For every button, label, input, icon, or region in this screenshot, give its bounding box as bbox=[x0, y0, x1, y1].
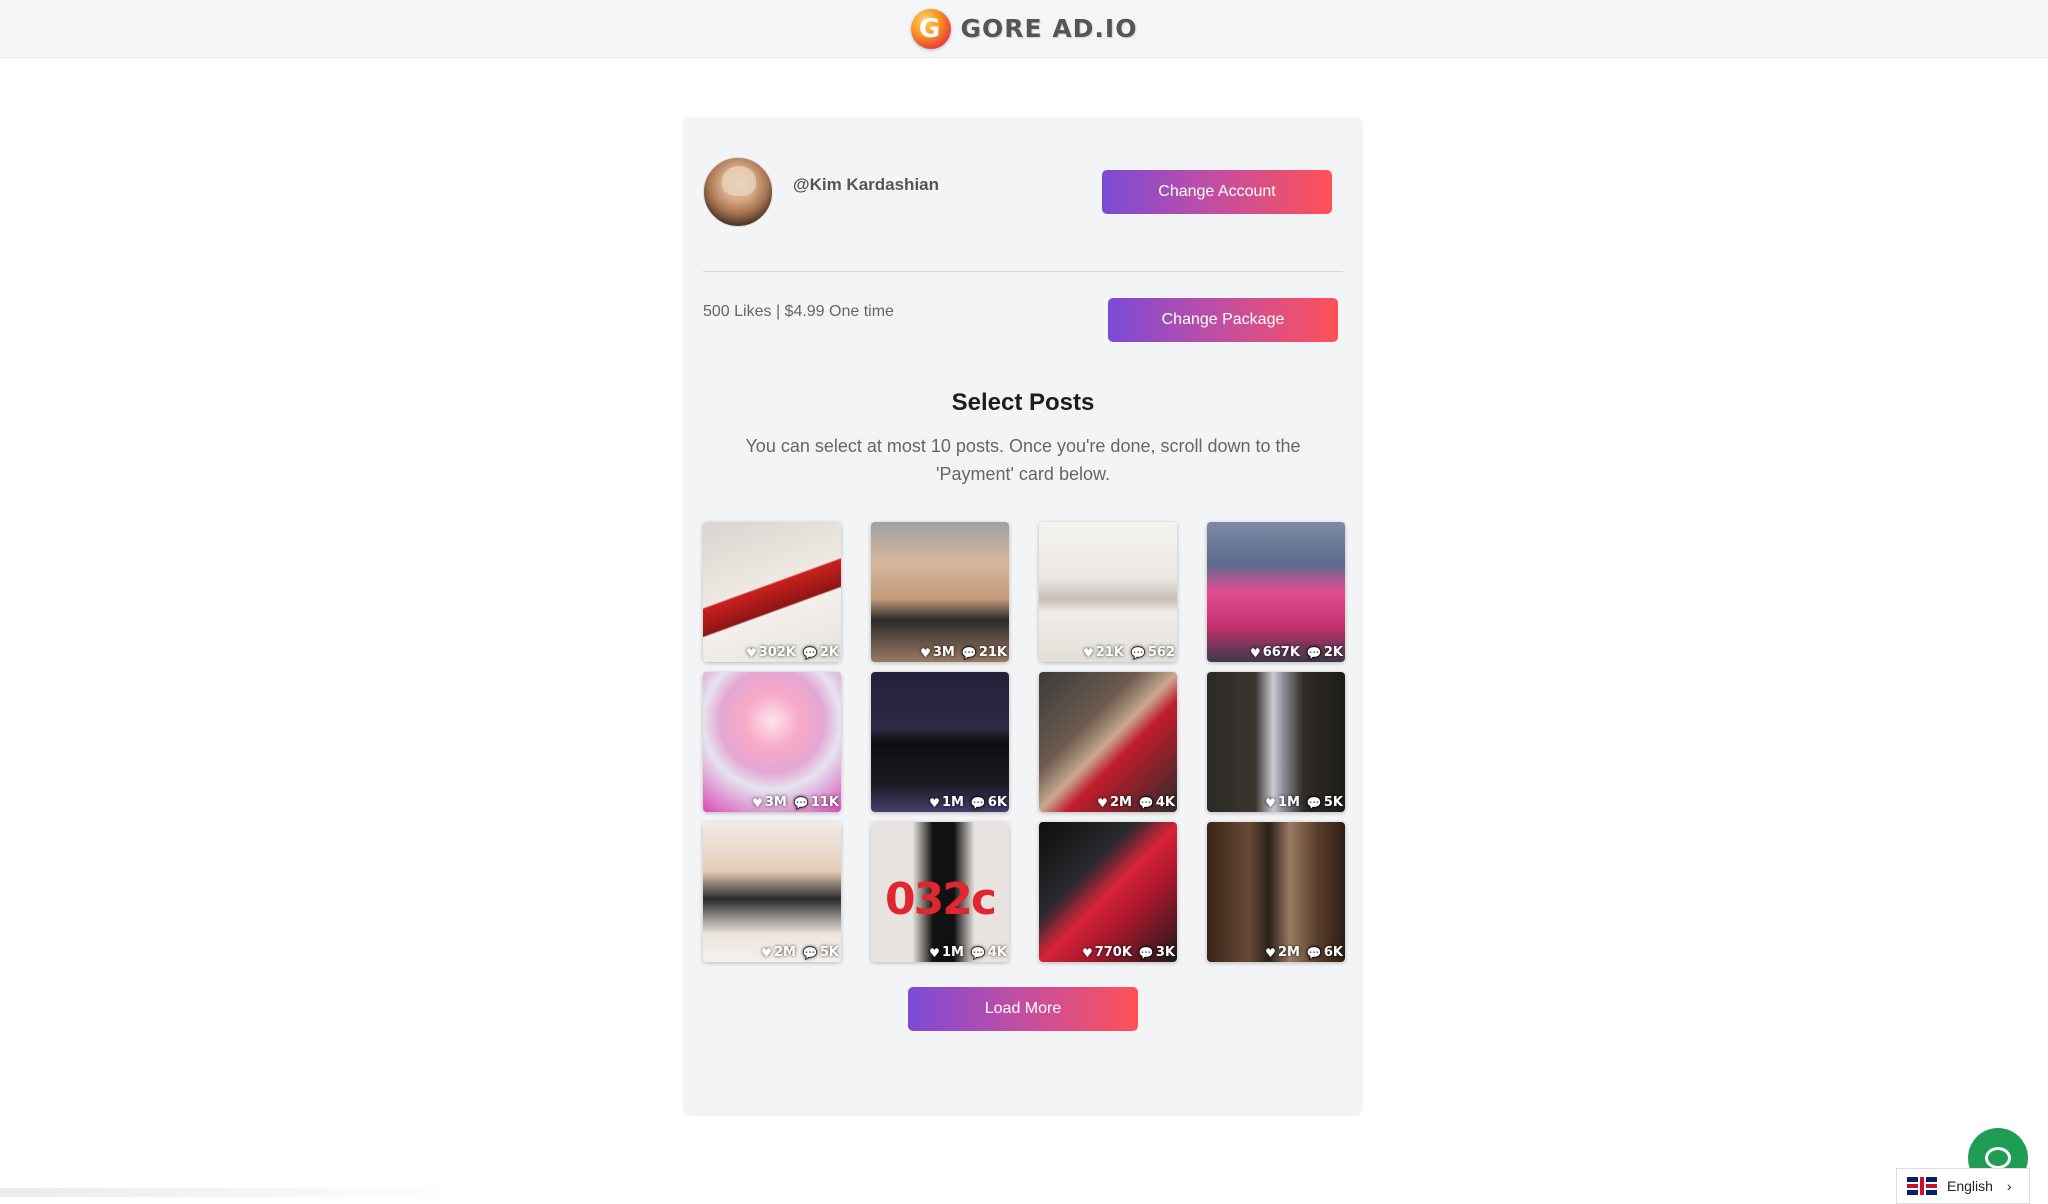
order-card: @Kim Kardashian Change Account 500 Likes… bbox=[683, 117, 1363, 1116]
change-package-button[interactable]: Change Package bbox=[1108, 298, 1338, 342]
heart-icon: ♥ bbox=[1082, 645, 1094, 660]
post-overlay-text: 032c bbox=[885, 874, 997, 925]
post-comments: 4K bbox=[1155, 795, 1175, 810]
comment-icon: 💬 bbox=[970, 795, 986, 810]
heart-icon: ♥ bbox=[929, 795, 940, 810]
post-stats: ♥ 770K 💬 3K bbox=[1082, 945, 1175, 960]
post-tile[interactable]: ♥ 2M 💬 4K bbox=[1039, 672, 1177, 812]
post-comments: 21K bbox=[978, 645, 1007, 660]
post-comments: 5K bbox=[819, 945, 839, 960]
comment-icon: 💬 bbox=[1306, 945, 1322, 960]
load-more-button[interactable]: Load More bbox=[908, 987, 1138, 1031]
post-stats: ♥ 667K 💬 2K bbox=[1250, 645, 1343, 660]
post-stats: ♥ 1M 💬 6K bbox=[929, 795, 1007, 810]
comment-icon: 💬 bbox=[1306, 795, 1322, 810]
divider bbox=[703, 271, 1343, 272]
heart-icon: ♥ bbox=[1097, 795, 1108, 810]
post-likes: 1M bbox=[941, 945, 964, 960]
post-likes: 2M bbox=[773, 945, 796, 960]
post-tile[interactable]: ♥ 667K 💬 2K bbox=[1207, 522, 1345, 662]
posts-grid: ♥ 302K 💬 2K ♥ 3M 💬 21K ♥ 21K 💬 562 ♥ 667K 💬 2K ♥ 3M 💬 1… bbox=[703, 522, 1345, 962]
post-stats: ♥ 2M 💬 5K bbox=[761, 945, 839, 960]
heart-icon: ♥ bbox=[745, 645, 757, 660]
post-stats: ♥ 1M 💬 4K bbox=[929, 945, 1007, 960]
comment-icon: 💬 bbox=[970, 945, 986, 960]
post-likes: 770K bbox=[1094, 945, 1132, 960]
post-tile[interactable]: ♥ 2M 💬 5K bbox=[703, 822, 841, 962]
post-likes: 1M bbox=[941, 795, 964, 810]
comment-icon: 💬 bbox=[1306, 645, 1322, 660]
post-tile[interactable]: ♥ 3M 💬 11K bbox=[703, 672, 841, 812]
logo[interactable]: G GORE AD.IO bbox=[910, 8, 1138, 49]
post-likes: 3M bbox=[932, 645, 955, 660]
heart-icon: ♥ bbox=[1249, 645, 1261, 660]
language-label: English bbox=[1947, 1178, 1993, 1194]
section-title: Select Posts bbox=[951, 389, 1095, 416]
post-stats: ♥ 2M 💬 4K bbox=[1097, 795, 1175, 810]
post-likes: 2M bbox=[1109, 795, 1132, 810]
post-comments: 6K bbox=[987, 795, 1007, 810]
logo-mark-icon: G bbox=[910, 8, 951, 49]
post-tile[interactable]: ♥ 3M 💬 21K bbox=[871, 522, 1009, 662]
post-comments: 3K bbox=[1155, 945, 1175, 960]
post-tile[interactable]: ♥ 2M 💬 6K bbox=[1207, 822, 1345, 962]
top-bar: G GORE AD.IO bbox=[0, 0, 2048, 58]
post-stats: ♥ 2M 💬 6K bbox=[1265, 945, 1343, 960]
post-stats: ♥ 3M 💬 21K bbox=[920, 645, 1007, 660]
avatar bbox=[703, 157, 773, 227]
post-tile[interactable]: ♥ 302K 💬 2K bbox=[703, 522, 841, 662]
comment-icon: 💬 bbox=[1138, 945, 1154, 960]
change-account-button[interactable]: Change Account bbox=[1102, 170, 1332, 214]
heart-icon: ♥ bbox=[1265, 945, 1276, 960]
language-selector[interactable]: English › bbox=[1896, 1168, 2030, 1204]
post-stats: ♥ 302K 💬 2K bbox=[746, 645, 839, 660]
post-tile[interactable]: ♥ 21K 💬 562 bbox=[1039, 522, 1177, 662]
comment-icon: 💬 bbox=[802, 645, 818, 660]
section-description: You can select at most 10 posts. Once yo… bbox=[745, 436, 1301, 484]
post-comments: 5K bbox=[1323, 795, 1343, 810]
heart-icon: ♥ bbox=[761, 945, 772, 960]
post-stats: ♥ 3M 💬 11K bbox=[752, 795, 839, 810]
post-comments: 6K bbox=[1323, 945, 1343, 960]
post-stats: ♥ 1M 💬 5K bbox=[1265, 795, 1343, 810]
heart-icon: ♥ bbox=[920, 645, 931, 660]
post-stats: ♥ 21K 💬 562 bbox=[1083, 645, 1175, 660]
post-comments: 4K bbox=[987, 945, 1007, 960]
heart-icon: ♥ bbox=[929, 945, 940, 960]
package-summary: 500 Likes | $4.99 One time bbox=[703, 303, 894, 320]
heart-icon: ♥ bbox=[1081, 945, 1093, 960]
comment-icon: 💬 bbox=[1138, 795, 1154, 810]
comment-icon: 💬 bbox=[793, 795, 809, 810]
post-likes: 21K bbox=[1095, 645, 1124, 660]
post-tile[interactable]: ♥ 770K 💬 3K bbox=[1039, 822, 1177, 962]
post-tile[interactable]: 032c ♥ 1M 💬 4K bbox=[871, 822, 1009, 962]
post-likes: 667K bbox=[1262, 645, 1300, 660]
post-likes: 1M bbox=[1277, 795, 1300, 810]
heart-icon: ♥ bbox=[752, 795, 763, 810]
post-comments: 2K bbox=[819, 645, 839, 660]
post-comments: 562 bbox=[1147, 645, 1175, 660]
post-likes: 2M bbox=[1277, 945, 1300, 960]
logo-text: GORE AD.IO bbox=[960, 14, 1138, 43]
bottom-shadow bbox=[0, 1188, 480, 1197]
post-likes: 302K bbox=[758, 645, 796, 660]
post-tile[interactable]: ♥ 1M 💬 6K bbox=[871, 672, 1009, 812]
account-username: @Kim Kardashian bbox=[793, 175, 940, 194]
uk-flag-icon bbox=[1907, 1177, 1937, 1195]
comment-icon: 💬 bbox=[802, 945, 818, 960]
post-tile[interactable]: ♥ 1M 💬 5K bbox=[1207, 672, 1345, 812]
chevron-right-icon: › bbox=[2006, 1178, 2012, 1194]
comment-icon: 💬 bbox=[961, 645, 977, 660]
post-likes: 3M bbox=[764, 795, 787, 810]
post-comments: 2K bbox=[1323, 645, 1343, 660]
comment-icon: 💬 bbox=[1130, 645, 1146, 660]
post-comments: 11K bbox=[810, 795, 839, 810]
heart-icon: ♥ bbox=[1265, 795, 1276, 810]
